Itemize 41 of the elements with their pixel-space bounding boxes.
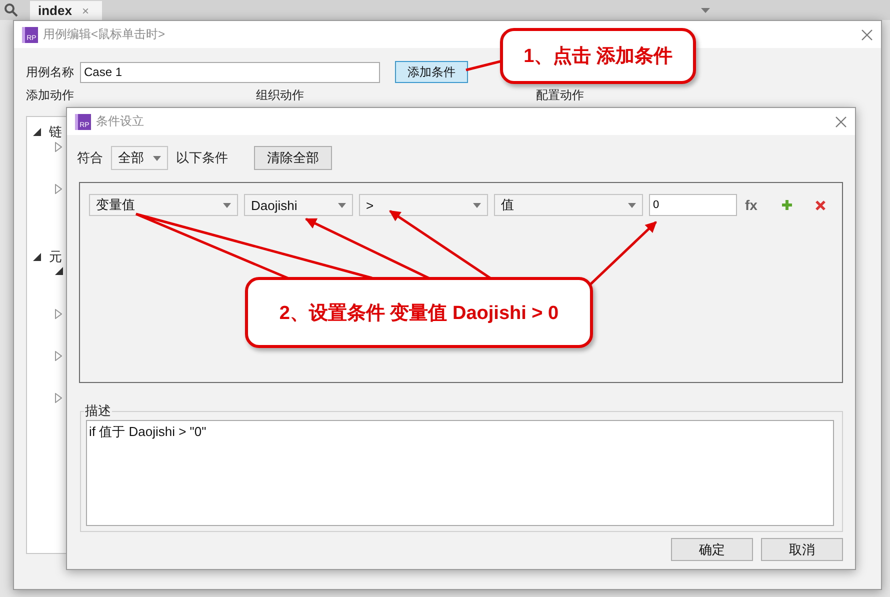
field-label: 以下条件 bbox=[176, 149, 228, 167]
function-button[interactable]: fx bbox=[745, 197, 758, 213]
input-field[interactable]: 0 bbox=[649, 194, 737, 216]
caret-icon[interactable] bbox=[701, 8, 710, 12]
caret-icon bbox=[223, 202, 231, 208]
search-icon[interactable] bbox=[4, 3, 18, 17]
close-icon[interactable] bbox=[861, 28, 873, 40]
dropdown[interactable]: 值 bbox=[494, 194, 643, 216]
add-condition-button[interactable]: 添加条件 bbox=[395, 61, 468, 83]
callout: 1、点击 添加条件 bbox=[500, 28, 696, 84]
plus-icon[interactable] bbox=[781, 199, 794, 211]
caret-icon bbox=[153, 156, 161, 160]
dropdown[interactable]: > bbox=[359, 194, 488, 216]
column-heading: 添加动作 bbox=[26, 88, 75, 102]
column-heading: 配置动作 bbox=[536, 88, 585, 102]
caret-icon bbox=[628, 202, 636, 208]
caret-icon bbox=[473, 202, 481, 208]
input-field[interactable]: Case 1 bbox=[80, 62, 380, 82]
caret-icon bbox=[338, 202, 346, 208]
triangle-icon[interactable] bbox=[33, 128, 41, 136]
tree-item[interactable]: 链 bbox=[49, 122, 62, 140]
field-label: 符合 bbox=[77, 149, 103, 167]
dropdown[interactable]: 变量值 bbox=[89, 194, 238, 216]
dialog-button[interactable]: 取消 bbox=[761, 538, 843, 561]
group-label: 描述 bbox=[84, 402, 112, 420]
delete-icon[interactable] bbox=[815, 200, 826, 210]
close-icon[interactable] bbox=[835, 116, 847, 128]
tree-item[interactable]: 元 bbox=[49, 248, 62, 266]
dialog-button[interactable]: 确定 bbox=[671, 538, 753, 561]
clear-all-button[interactable]: 清除全部 bbox=[254, 146, 332, 170]
triangle-icon[interactable] bbox=[33, 252, 41, 260]
dialog-title: 用例编辑<鼠标单击时> bbox=[43, 26, 166, 43]
column-heading: 组织动作 bbox=[256, 88, 305, 102]
callout: 2、设置条件 变量值 Daojishi > 0 bbox=[245, 277, 593, 348]
description-field[interactable]: if 值于 Daojishi > "0" bbox=[86, 420, 834, 526]
tab[interactable]: index × bbox=[30, 1, 102, 20]
dialog-title: 条件设立 bbox=[96, 113, 145, 130]
dropdown[interactable]: Daojishi bbox=[244, 194, 353, 216]
dropdown[interactable]: 全部 bbox=[111, 146, 168, 170]
field-label: 用例名称 bbox=[26, 64, 74, 80]
triangle-icon[interactable] bbox=[55, 267, 63, 275]
